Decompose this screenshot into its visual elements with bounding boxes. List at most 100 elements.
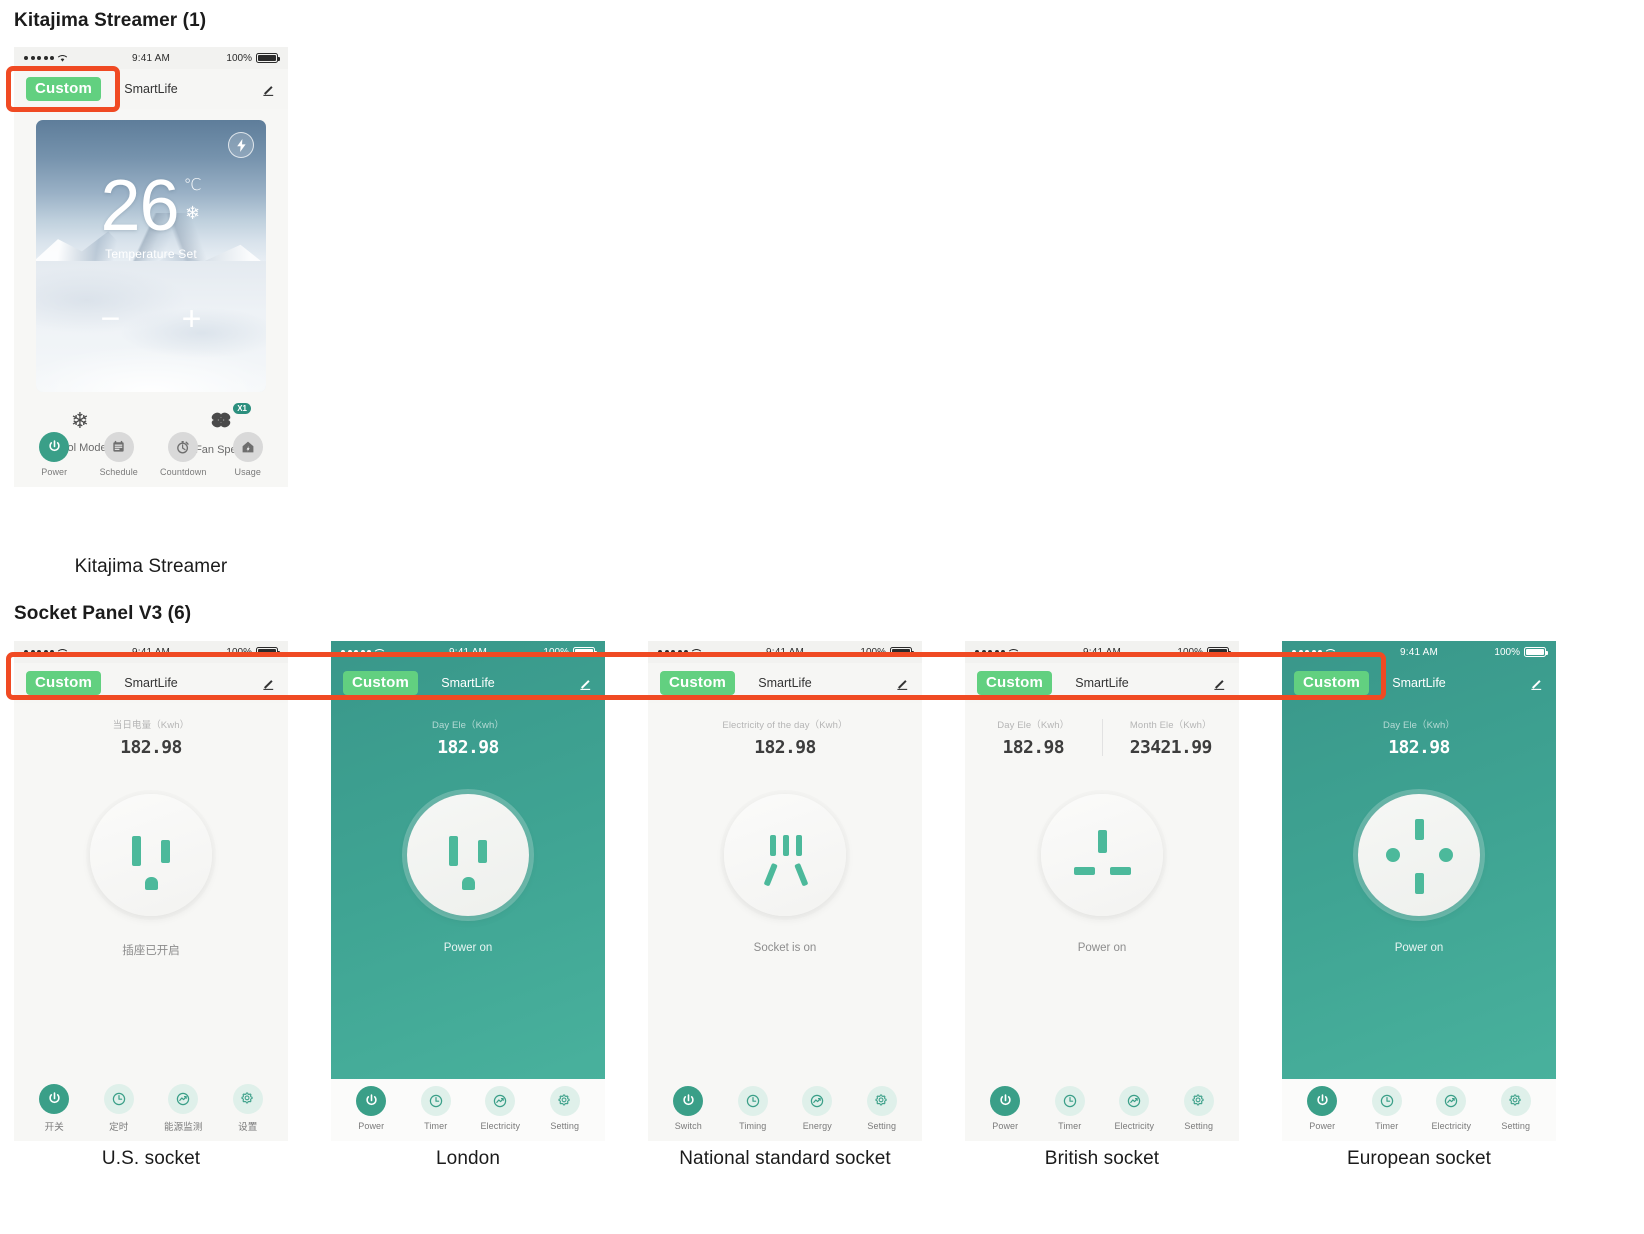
snowflake-icon: ❄: [185, 203, 201, 223]
custom-badge[interactable]: Custom: [343, 671, 419, 695]
tool-setting-label: Setting: [1501, 1120, 1531, 1131]
stopwatch-icon: [168, 431, 199, 462]
socket-status-text: Power on: [443, 942, 493, 954]
nav-bar: Custom SmartLife: [14, 663, 288, 703]
tool-schedule[interactable]: Schedule: [89, 431, 149, 477]
tool-electricity-label: Electricity: [1114, 1120, 1155, 1131]
socket-face-eu[interactable]: [1358, 794, 1480, 916]
pencil-icon[interactable]: [261, 82, 276, 97]
pencil-icon[interactable]: [895, 676, 910, 691]
tool-power[interactable]: Power: [24, 431, 84, 477]
meter-day: 当日电量（Kwh） 182.98: [14, 717, 288, 758]
temperature-increase-button[interactable]: +: [182, 302, 202, 336]
tool-electricity-label: Electricity: [1431, 1120, 1472, 1131]
power-icon: [356, 1085, 387, 1116]
clock-icon: [420, 1085, 451, 1116]
tool-switch[interactable]: 开关: [24, 1083, 84, 1133]
nav-bar: Custom SmartLife: [14, 69, 288, 109]
tool-electricity[interactable]: Electricity: [470, 1085, 530, 1131]
socket-toolbar: Power Timer Electricity Setting: [331, 1079, 605, 1141]
tool-power-label: Power: [358, 1120, 385, 1131]
status-bar-right: 100%: [804, 647, 914, 658]
socket-pin-angled-left: [763, 862, 778, 887]
socket-face-uk[interactable]: [1041, 794, 1163, 916]
tool-setting[interactable]: Setting: [1169, 1085, 1229, 1131]
socket-face-cn[interactable]: [724, 794, 846, 916]
pencil-icon[interactable]: [261, 676, 276, 691]
tool-usage[interactable]: Usage: [218, 431, 278, 477]
socket-panel-european: 9:41 AM 100% Custom SmartLife Day Ele（Kw…: [1282, 641, 1556, 1141]
socket-status-text: Power on: [1394, 942, 1444, 954]
pencil-icon[interactable]: [578, 676, 593, 691]
tool-timing-label: Timing: [739, 1120, 767, 1131]
socket-toolbar: Power Timer Electricity Setting: [1282, 1079, 1556, 1141]
status-bar-time: 9:41 AM: [131, 646, 171, 658]
status-bar-time: 9:41 AM: [1082, 646, 1122, 658]
energy-icon: [802, 1085, 833, 1116]
socket-face-us[interactable]: [90, 794, 212, 916]
nav-bar: Custom SmartLife: [965, 663, 1239, 703]
power-icon: [673, 1085, 704, 1116]
screenshot-root: Kitajima Streamer (1) 9:41 AM 100% Custo…: [0, 0, 1644, 1234]
tool-switch-label: Switch: [674, 1120, 702, 1131]
meter-day: Electricity of the day（Kwh） 182.98: [648, 717, 922, 758]
panel-green-body: 9:41 AM 100% Custom SmartLife Day Ele（Kw…: [1282, 641, 1556, 1079]
tool-countdown[interactable]: Countdown: [153, 431, 213, 477]
tool-setting-label: Setting: [550, 1120, 580, 1131]
socket-pin-right: [161, 840, 170, 863]
tool-electricity[interactable]: Electricity: [1104, 1085, 1164, 1131]
status-bar-left: [975, 648, 1083, 657]
custom-badge[interactable]: Custom: [26, 671, 102, 695]
socket-pin-earth: [1415, 819, 1424, 840]
tool-power[interactable]: Power: [1292, 1085, 1352, 1131]
tool-energy[interactable]: 能源监测: [153, 1083, 213, 1133]
battery-percent: 100%: [226, 52, 252, 64]
tool-setting[interactable]: Setting: [1486, 1085, 1546, 1131]
meter-row: Day Ele（Kwh） 182.98: [1282, 717, 1556, 758]
bolt-icon[interactable]: [228, 132, 254, 158]
socket-pin-top-center: [783, 835, 789, 856]
tool-setting[interactable]: Setting: [535, 1085, 595, 1131]
tool-power-label: Power: [1309, 1120, 1336, 1131]
status-bar-time: 9:41 AM: [765, 646, 805, 658]
temperature-row: 26 ℃ ❄: [36, 166, 266, 246]
socket-pin-ground: [145, 877, 158, 890]
nav-bar: Custom SmartLife: [1282, 663, 1556, 703]
custom-badge[interactable]: Custom: [977, 671, 1053, 695]
tool-timer[interactable]: 定时: [89, 1083, 149, 1133]
tool-timing[interactable]: Timing: [723, 1085, 783, 1131]
panel-green-body: 9:41 AM 100% Custom SmartLife Day Ele（Kw…: [331, 641, 605, 1079]
temperature-display: 26 ℃ ❄ Temperature Set: [36, 166, 266, 262]
socket-pin-top-right: [796, 835, 802, 856]
custom-badge[interactable]: Custom: [660, 671, 736, 695]
meter-row: 当日电量（Kwh） 182.98: [14, 717, 288, 758]
custom-badge[interactable]: Custom: [1294, 671, 1370, 695]
custom-badge[interactable]: Custom: [26, 77, 102, 101]
tool-setting[interactable]: Setting: [852, 1085, 912, 1131]
status-bar-time: 9:41 AM: [131, 52, 171, 64]
tool-power[interactable]: Power: [341, 1085, 401, 1131]
tool-energy[interactable]: Energy: [787, 1085, 847, 1131]
caption-thermostat: Kitajima Streamer: [74, 556, 228, 577]
tool-power-label: Power: [41, 466, 68, 477]
temperature-value: 26: [100, 166, 179, 246]
tool-switch[interactable]: Switch: [658, 1085, 718, 1131]
tool-timer[interactable]: Timer: [1357, 1085, 1417, 1131]
pencil-icon[interactable]: [1212, 676, 1227, 691]
energy-icon: [485, 1085, 516, 1116]
socket-panel-british: 9:41 AM 100% Custom SmartLife Day Ele（Kw…: [965, 641, 1239, 1141]
temperature-decrease-button[interactable]: −: [101, 302, 121, 336]
socket-face-london[interactable]: [407, 794, 529, 916]
tool-timer[interactable]: Timer: [406, 1085, 466, 1131]
battery-percent: 100%: [1177, 646, 1203, 658]
status-bar-left: [1292, 648, 1400, 657]
energy-icon: [168, 1083, 199, 1114]
signal-dots-icon: [24, 56, 54, 60]
tool-power[interactable]: Power: [975, 1085, 1035, 1131]
pencil-icon[interactable]: [1529, 676, 1544, 691]
tool-electricity[interactable]: Electricity: [1421, 1085, 1481, 1131]
wifi-icon: [1325, 648, 1336, 657]
tool-setting[interactable]: 设置: [218, 1083, 278, 1133]
socket-pin-live-right: [1110, 867, 1131, 875]
tool-timer[interactable]: Timer: [1040, 1085, 1100, 1131]
